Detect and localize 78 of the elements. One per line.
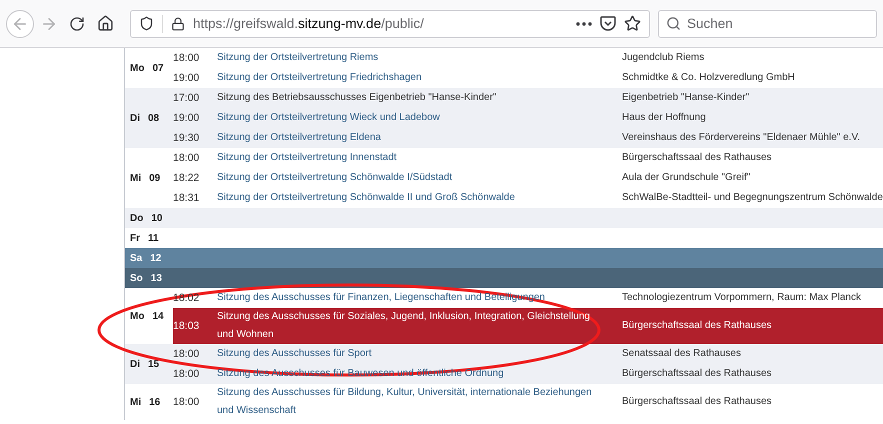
shield-icon[interactable] (139, 16, 154, 31)
weekday-label: Mi (130, 172, 142, 184)
event-location: Jugendclub Riems (621, 51, 704, 65)
event-time: 18:00 (173, 367, 200, 382)
event-location: Schmidtke & Co. Holzveredlung GmbH (621, 71, 795, 85)
event-time: 18:22 (173, 171, 200, 186)
event-location: Senatssaal des Rathauses (621, 347, 741, 361)
event-location: Bürgerschaftssaal des Rathauses (621, 151, 772, 165)
search-field[interactable]: Suchen (658, 10, 877, 38)
event-time: 18:00 (173, 347, 200, 362)
event-row[interactable]: 17:00 Sitzung des Betriebsausschusses Eigenbetrieb "Hanse-Kinder" Eigenbetrieb "Hanse-Kinder" (173, 88, 883, 108)
event-link[interactable]: Sitzung des Ausschusses für Sport (217, 345, 617, 363)
weekday-label: Sa (130, 252, 142, 264)
event-location: SchWalBe-Stadtteil- und Begegnungszentrum Schönwalde (621, 191, 883, 205)
event-link[interactable]: Sitzung der Ortsteilvertretung Innenstadt (217, 149, 617, 167)
event-row[interactable]: 18:00 Sitzung des Ausschusses für Bildung, Kultur, Universität, internationale Beziehungen und Wissenschaft Bürgerschaftssaal des Rathauses (173, 384, 883, 420)
date-label: 12 (150, 252, 162, 264)
date-label: 16 (149, 396, 160, 408)
more-icon[interactable] (576, 22, 592, 26)
event-row[interactable]: 19:00 Sitzung der Ortsteilvertretung Wieck und Ladebow Haus der Hoffnung (173, 108, 883, 128)
event-link[interactable]: Sitzung der Ortsteilvertretung Wieck und Ladebow (217, 109, 617, 127)
event-link[interactable]: Sitzung des Ausschusses für Soziales, Jugend, Inklusion, Integration, Gleichstellung und Wohnen (217, 308, 617, 344)
event-time: 19:30 (173, 131, 200, 146)
event-link[interactable]: Sitzung des Ausschusses für Bildung, Kultur, Universität, internationale Beziehungen und Wissenschaft (217, 384, 617, 420)
event-time: 18:00 (173, 151, 200, 166)
weekday-label: Mo (130, 62, 144, 74)
home-icon (96, 15, 114, 32)
star-icon[interactable] (624, 15, 641, 32)
event-title: Sitzung des Betriebsausschusses Eigenbetrieb "Hanse-Kinder" (217, 91, 498, 105)
event-row[interactable]: 19:00 Sitzung der Ortsteilvertretung Friedrichshagen Schmidtke & Co. Holzveredlung GmbH (173, 68, 883, 88)
date-label: 10 (151, 212, 162, 224)
event-location: Haus der Hoffnung (621, 111, 706, 125)
event-location: Eigenbetrieb "Hanse-Kinder" (621, 91, 750, 105)
event-time: 19:00 (173, 71, 200, 86)
event-time: 18:31 (173, 191, 200, 206)
url-text: https://greifswald.sitzung-mv.de/public/ (193, 16, 425, 31)
weekday-label: Do (130, 212, 144, 224)
event-row[interactable]: 18:00 Sitzung der Ortsteilvertretung Innenstadt Bürgerschaftssaal des Rathauses (173, 148, 883, 168)
event-link[interactable]: Sitzung der Ortsteilvertretung Riems (217, 49, 617, 67)
lock-icon (171, 16, 185, 30)
event-time: 18:00 (173, 51, 200, 66)
event-row[interactable]: 18:00 Sitzung der Ortsteilvertretung Riems Jugendclub Riems (173, 48, 883, 68)
date-label: 15 (148, 358, 160, 370)
date-label: 11 (148, 232, 159, 244)
event-time: 18:03 (173, 319, 200, 334)
event-location: Bürgerschaftssaal des Rathauses (621, 395, 772, 409)
event-time: 18:00 (173, 395, 200, 410)
event-link[interactable]: Sitzung der Ortsteilvertretung Schönwalde II und Groß Schönwalde (217, 189, 617, 207)
event-time: 19:00 (173, 111, 200, 126)
address-bar[interactable]: https://greifswald.sitzung-mv.de/public/ (130, 10, 650, 38)
event-location: Bürgerschaftssaal des Rathauses (621, 367, 772, 381)
event-location: Aula der Grundschule "Greif" (621, 171, 750, 185)
weekday-label: Di (130, 358, 140, 370)
highlighted-event-row[interactable]: 18:03 Sitzung des Ausschusses für Soziales, Jugend, Inklusion, Integration, Gleichstellung und Wohnen Bürgerschaftssaal des Rathauses (173, 308, 883, 344)
event-row[interactable]: 19:30 Sitzung der Ortsteilvertretung Eldena Vereinshaus des Fördervereins "Eldenaer Mühle" e.V. (173, 128, 883, 148)
event-row[interactable]: 18:22 Sitzung der Ortsteilvertretung Schönwalde I/Südstadt Aula der Grundschule "Greif" (173, 168, 883, 188)
event-location: Bürgerschaftssaal des Rathauses (621, 319, 772, 333)
reload-icon (69, 16, 85, 32)
event-time: 17:00 (173, 91, 200, 106)
weekday-label: Mi (130, 396, 142, 408)
search-icon (666, 16, 681, 30)
event-link[interactable]: Sitzung der Ortsteilvertretung Schönwalde I/Südstadt (217, 169, 617, 187)
date-label: 08 (148, 112, 160, 124)
pocket-icon[interactable] (600, 16, 616, 31)
weekday-label: Fr (130, 232, 140, 244)
date-label: 14 (152, 310, 164, 322)
weekday-label: Mo (130, 310, 144, 322)
event-link[interactable]: Sitzung der Ortsteilvertretung Friedrichshagen (217, 69, 617, 87)
date-label: 09 (149, 172, 160, 184)
date-label: 07 (152, 62, 164, 74)
event-location: Vereinshaus des Fördervereins "Eldenaer Mühle" e.V. (621, 131, 860, 145)
date-label: 13 (150, 272, 162, 284)
event-location: Technologiezentrum Vorpommern, Raum: Max Planck (621, 291, 861, 305)
weekday-label: So (130, 272, 143, 284)
weekday-label: Di (130, 112, 140, 124)
event-link[interactable]: Sitzung der Ortsteilvertretung Eldena (217, 129, 617, 147)
event-row[interactable]: 18:31 Sitzung der Ortsteilvertretung Schönwalde II und Groß Schönwalde SchWalBe-Stadtteil- und Begegnungszentrum Schönwalde (173, 188, 883, 208)
event-row[interactable]: 18:00 Sitzung des Ausschusses für Sport Senatssaal des Rathauses (173, 344, 883, 364)
